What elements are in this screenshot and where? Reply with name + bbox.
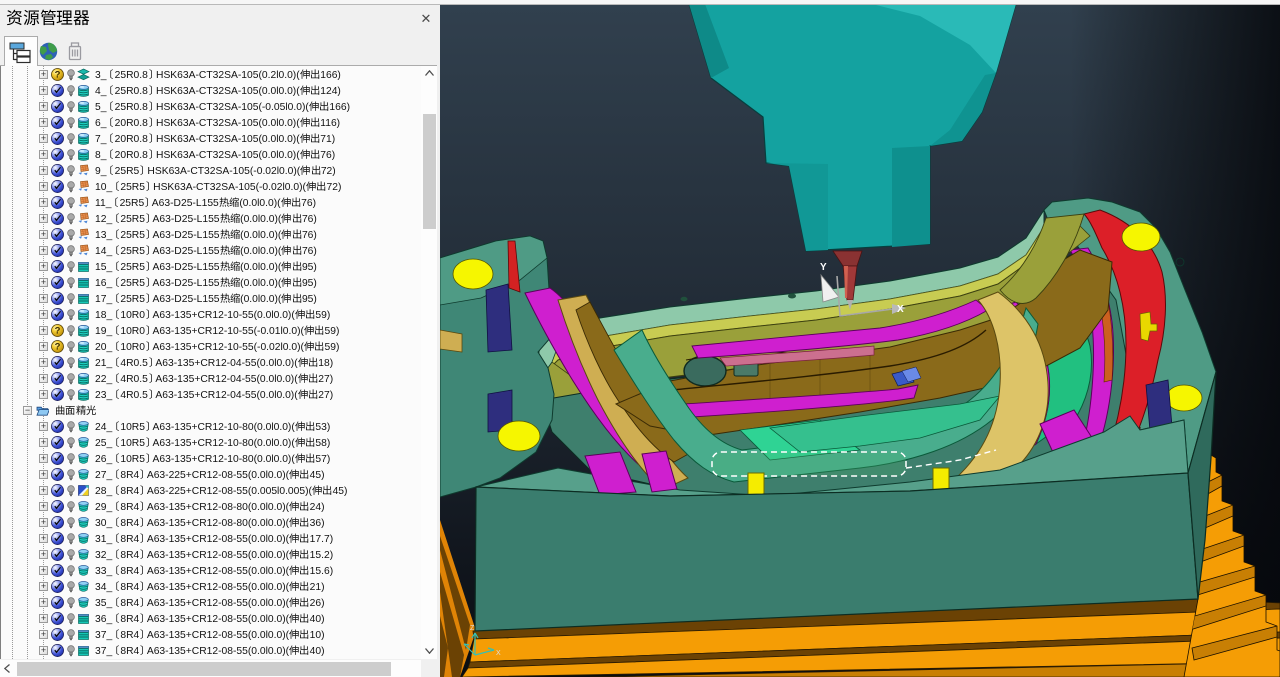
svg-text:Y: Y xyxy=(820,262,827,273)
svg-text:Z: Z xyxy=(470,625,475,632)
svg-text:X: X xyxy=(897,304,904,315)
svg-text:X: X xyxy=(496,650,501,657)
